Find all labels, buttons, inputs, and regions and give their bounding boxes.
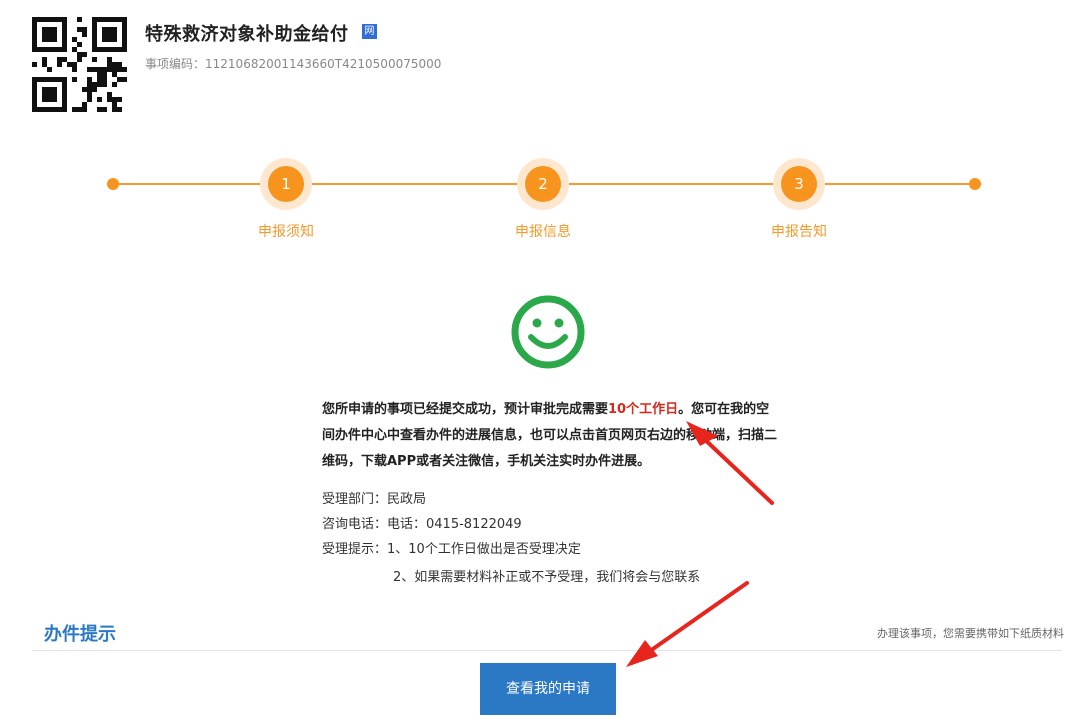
info-tip-1: 受理提示：1、10个工作日做出是否受理决定 xyxy=(322,542,581,557)
item-code: 事项编码：11210682001143660T4210500075000 xyxy=(145,55,441,72)
section-title: 办件提示 xyxy=(44,624,116,645)
item-code-label: 事项编码： xyxy=(145,57,206,71)
message-part-1: 您所申请的事项已经提交成功，预计审批完成需要 xyxy=(322,402,609,417)
info-phone: 咨询电话：电话：0415-8122049 xyxy=(322,517,522,532)
annotation-arrow-bottom xyxy=(626,581,749,667)
step-2-number: 2 xyxy=(525,166,561,202)
step-3-number: 3 xyxy=(781,166,817,202)
qr-code-icon xyxy=(32,17,127,112)
step-3: 3 xyxy=(773,158,825,210)
info-tip-2: 2、如果需要材料补正或不予受理，我们将会与您联系 xyxy=(393,570,701,585)
stepper-start-dot xyxy=(107,178,119,190)
stepper-end-dot xyxy=(969,178,981,190)
step-1-label: 申报须知 xyxy=(258,224,314,240)
net-badge-icon: 网 xyxy=(362,24,377,39)
page-title: 特殊救济对象补助金给付 xyxy=(145,24,349,45)
view-my-application-button[interactable]: 查看我的申请 xyxy=(480,663,616,715)
step-2: 2 xyxy=(517,158,569,210)
info-department: 受理部门：民政局 xyxy=(322,492,427,507)
item-code-value: 11210682001143660T4210500075000 xyxy=(205,57,442,71)
section-divider xyxy=(32,650,1062,651)
step-3-label: 申报告知 xyxy=(771,224,827,240)
step-1: 1 xyxy=(260,158,312,210)
step-1-number: 1 xyxy=(268,166,304,202)
section-note: 办理该事项，您需要携带如下纸质材料 xyxy=(877,627,1064,640)
smiley-icon xyxy=(511,295,585,369)
step-2-label: 申报信息 xyxy=(515,224,571,240)
message-highlight: 10个工作日 xyxy=(608,402,679,417)
success-message: 您所申请的事项已经提交成功，预计审批完成需要10个工作日。您可在我的空间办件中心… xyxy=(322,397,782,475)
